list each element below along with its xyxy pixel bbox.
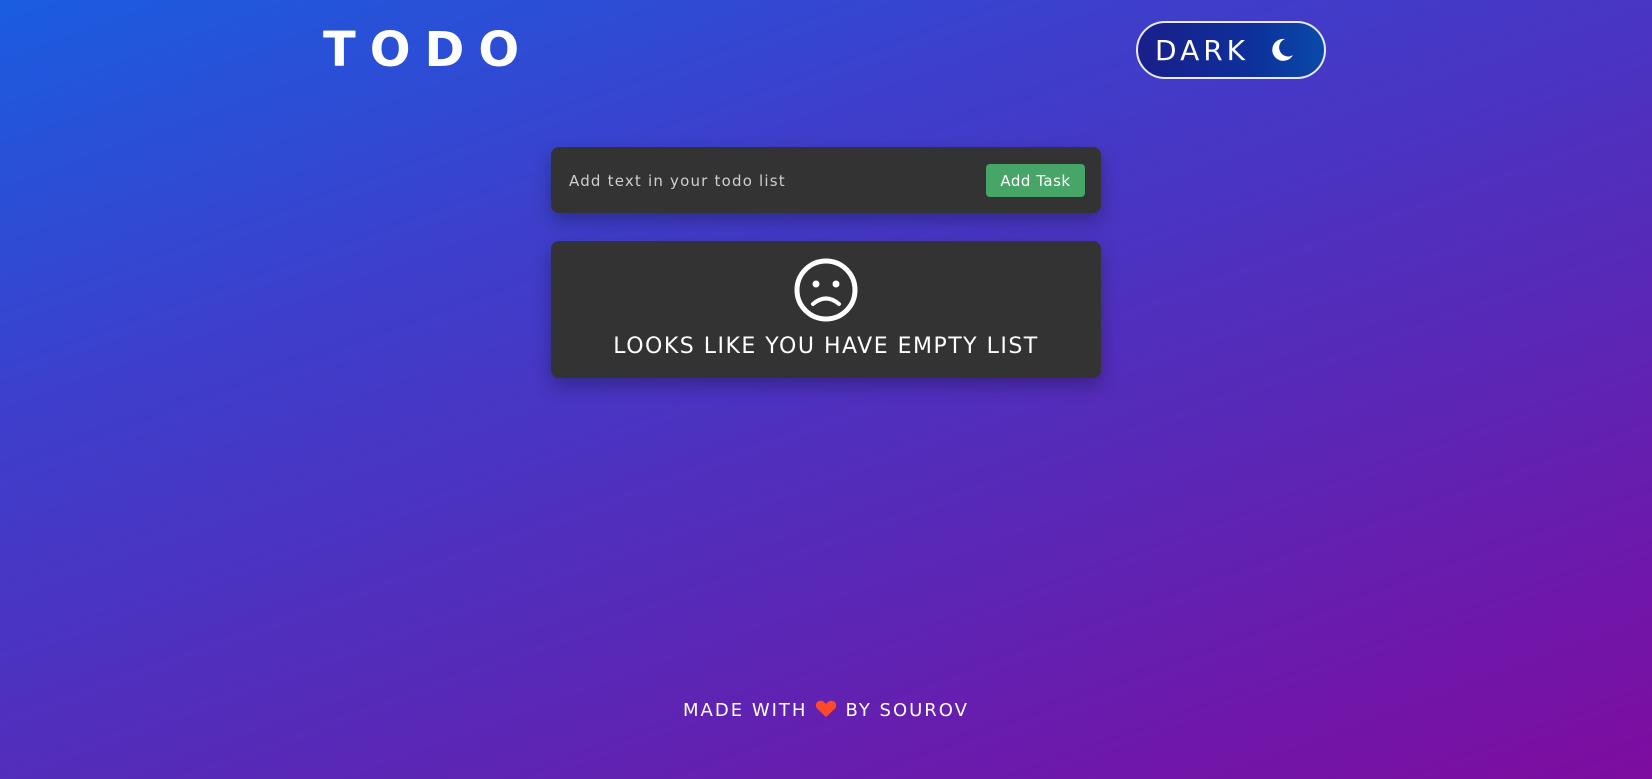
task-input[interactable] bbox=[567, 161, 971, 201]
footer-prefix: MADE WITH bbox=[683, 700, 808, 721]
add-task-card: Add Task bbox=[551, 147, 1101, 213]
footer-suffix: BY SOUROV bbox=[845, 700, 969, 721]
app-title: TODO bbox=[323, 22, 534, 78]
footer: MADE WITH BY SOUROV bbox=[0, 700, 1652, 721]
sad-face-icon bbox=[793, 257, 859, 323]
heart-icon bbox=[815, 700, 837, 718]
theme-toggle-button[interactable]: DARK bbox=[1136, 21, 1326, 79]
moon-icon bbox=[1267, 36, 1295, 64]
theme-toggle-label: DARK bbox=[1155, 33, 1250, 67]
empty-state-card: LOOKS LIKE YOU HAVE EMPTY LIST bbox=[551, 241, 1101, 378]
add-task-button[interactable]: Add Task bbox=[986, 164, 1085, 197]
empty-state-message: LOOKS LIKE YOU HAVE EMPTY LIST bbox=[613, 334, 1039, 359]
